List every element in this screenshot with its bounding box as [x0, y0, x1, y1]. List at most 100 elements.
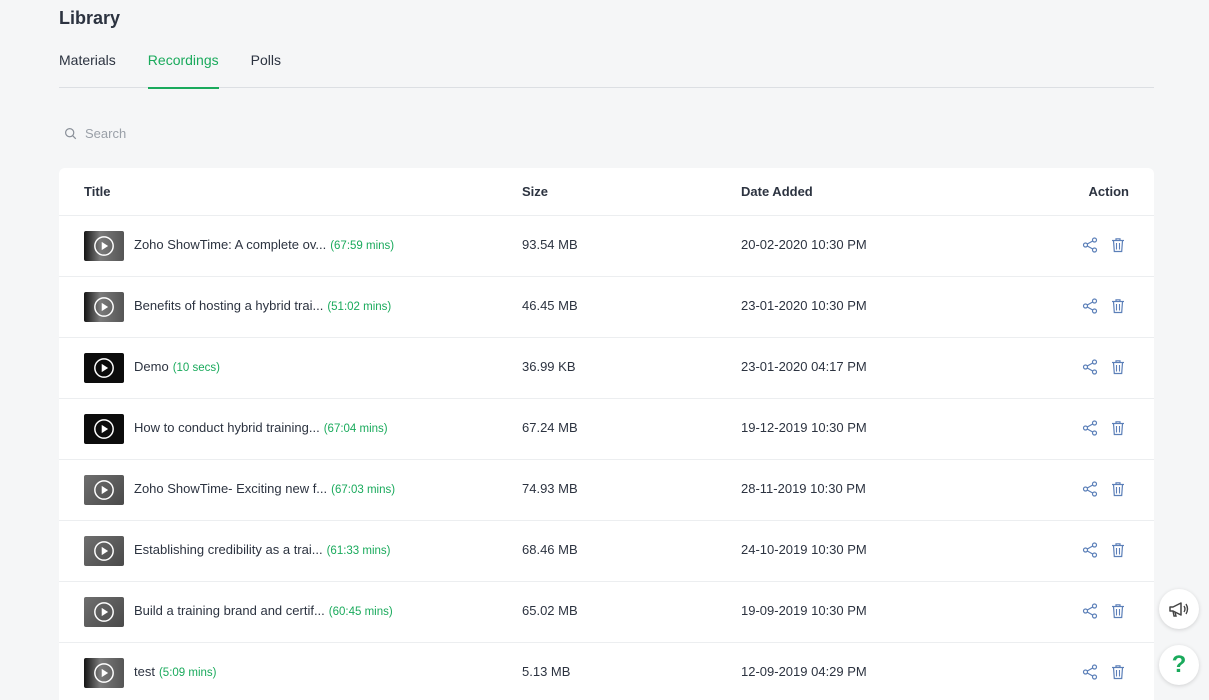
header-action: Action — [1088, 184, 1129, 199]
recording-title[interactable]: Zoho ShowTime: A complete ov... — [134, 237, 326, 252]
recording-duration: (61:33 mins) — [326, 545, 391, 557]
table-row[interactable]: test (5:09 mins) 5.13 MB 12-09-2019 04:29… — [59, 643, 1154, 700]
row-actions — [1082, 542, 1126, 558]
recording-size: 67.24 MB — [522, 420, 578, 435]
recording-title-cell[interactable]: Benefits of hosting a hybrid trai... (51:… — [134, 298, 391, 313]
recording-date: 19-12-2019 10:30 PM — [741, 420, 867, 435]
recording-title-cell[interactable]: How to conduct hybrid training... (67:04 … — [134, 420, 388, 435]
announcements-button[interactable] — [1159, 589, 1199, 629]
play-icon — [94, 663, 114, 683]
table-body: Zoho ShowTime: A complete ov... (67:59 mi… — [59, 216, 1154, 700]
recording-size: 74.93 MB — [522, 481, 578, 496]
recording-date: 19-09-2019 10:30 PM — [741, 603, 867, 618]
table-row[interactable]: Build a training brand and certif... (60:… — [59, 582, 1154, 643]
play-icon — [94, 541, 114, 561]
trash-icon[interactable] — [1110, 664, 1126, 680]
recording-duration: (5:09 mins) — [158, 667, 217, 679]
play-icon — [94, 297, 114, 317]
megaphone-icon — [1169, 602, 1189, 617]
recording-thumbnail[interactable] — [84, 414, 124, 444]
recording-title[interactable]: Zoho ShowTime- Exciting new f... — [134, 481, 327, 496]
recording-thumbnail[interactable] — [84, 475, 124, 505]
recording-thumbnail[interactable] — [84, 658, 124, 688]
recording-title[interactable]: How to conduct hybrid training... — [134, 420, 320, 435]
table-row[interactable]: Zoho ShowTime- Exciting new f... (67:03 m… — [59, 460, 1154, 521]
table-row[interactable]: How to conduct hybrid training... (67:04 … — [59, 399, 1154, 460]
share-icon[interactable] — [1082, 542, 1098, 558]
trash-icon[interactable] — [1110, 237, 1126, 253]
recording-size: 36.99 KB — [522, 359, 576, 374]
recording-thumbnail[interactable] — [84, 353, 124, 383]
trash-icon[interactable] — [1110, 603, 1126, 619]
trash-icon[interactable] — [1110, 298, 1126, 314]
trash-icon[interactable] — [1110, 359, 1126, 375]
recording-title-cell[interactable]: Zoho ShowTime- Exciting new f... (67:03 m… — [134, 481, 395, 496]
recording-title-cell[interactable]: Demo (10 secs) — [134, 359, 220, 374]
table-row[interactable]: Demo (10 secs) 36.99 KB 23-01-2020 04:17 … — [59, 338, 1154, 399]
help-button[interactable]: ? — [1159, 645, 1199, 685]
table-row[interactable]: Establishing credibility as a trai... (61… — [59, 521, 1154, 582]
recording-title-cell[interactable]: test (5:09 mins) — [134, 664, 217, 679]
recording-size: 5.13 MB — [522, 664, 571, 679]
recording-date: 28-11-2019 10:30 PM — [741, 481, 866, 496]
recording-title[interactable]: Establishing credibility as a trai... — [134, 542, 323, 557]
play-icon — [94, 236, 114, 256]
recording-duration: (60:45 mins) — [328, 606, 393, 618]
row-actions — [1082, 298, 1126, 314]
play-icon — [94, 358, 114, 378]
row-actions — [1082, 359, 1126, 375]
recording-duration: (67:03 mins) — [331, 484, 396, 496]
help-icon: ? — [1171, 651, 1187, 678]
table-header: Title Size Date Added Action — [59, 168, 1154, 216]
recording-size: 93.54 MB — [522, 237, 578, 252]
row-actions — [1082, 420, 1126, 436]
play-icon — [94, 419, 114, 439]
recording-date: 12-09-2019 04:29 PM — [741, 664, 867, 679]
recording-title-cell[interactable]: Build a training brand and certif... (60:… — [134, 603, 393, 618]
header-date: Date Added — [741, 184, 813, 199]
tab-materials[interactable]: Materials — [59, 50, 116, 88]
trash-icon[interactable] — [1110, 420, 1126, 436]
recording-title-cell[interactable]: Establishing credibility as a trai... (61… — [134, 542, 391, 557]
recording-duration: (10 secs) — [172, 362, 220, 374]
recording-title[interactable]: Build a training brand and certif... — [134, 603, 325, 618]
recording-thumbnail[interactable] — [84, 536, 124, 566]
recording-date: 24-10-2019 10:30 PM — [741, 542, 867, 557]
play-icon — [94, 480, 114, 500]
table-row[interactable]: Zoho ShowTime: A complete ov... (67:59 mi… — [59, 216, 1154, 277]
recording-title[interactable]: test — [134, 664, 155, 679]
recording-thumbnail[interactable] — [84, 231, 124, 261]
search-input[interactable] — [85, 125, 345, 141]
trash-icon[interactable] — [1110, 542, 1126, 558]
trash-icon[interactable] — [1110, 481, 1126, 497]
search-bar — [64, 122, 364, 144]
header-title: Title — [84, 184, 111, 199]
play-icon — [94, 602, 114, 622]
recording-date: 23-01-2020 04:17 PM — [741, 359, 867, 374]
tab-recordings[interactable]: Recordings — [147, 50, 219, 89]
share-icon[interactable] — [1082, 603, 1098, 619]
share-icon[interactable] — [1082, 481, 1098, 497]
table-row[interactable]: Benefits of hosting a hybrid trai... (51:… — [59, 277, 1154, 338]
recording-duration: (67:59 mins) — [330, 240, 395, 252]
recording-size: 68.46 MB — [522, 542, 578, 557]
recording-duration: (67:04 mins) — [323, 423, 388, 435]
share-icon[interactable] — [1082, 664, 1098, 680]
row-actions — [1082, 237, 1126, 253]
share-icon[interactable] — [1082, 237, 1098, 253]
row-actions — [1082, 481, 1126, 497]
recording-date: 20-02-2020 10:30 PM — [741, 237, 867, 252]
search-icon — [65, 127, 77, 139]
recording-title[interactable]: Benefits of hosting a hybrid trai... — [134, 298, 323, 313]
recording-title-cell[interactable]: Zoho ShowTime: A complete ov... (67:59 mi… — [134, 237, 394, 252]
share-icon[interactable] — [1082, 359, 1098, 375]
row-actions — [1082, 603, 1126, 619]
recording-thumbnail[interactable] — [84, 597, 124, 627]
library-tabs: Materials Recordings Polls — [59, 50, 1154, 89]
recording-duration: (51:02 mins) — [327, 301, 392, 313]
recording-title[interactable]: Demo — [134, 359, 169, 374]
recording-thumbnail[interactable] — [84, 292, 124, 322]
tab-polls[interactable]: Polls — [251, 50, 281, 88]
share-icon[interactable] — [1082, 298, 1098, 314]
share-icon[interactable] — [1082, 420, 1098, 436]
